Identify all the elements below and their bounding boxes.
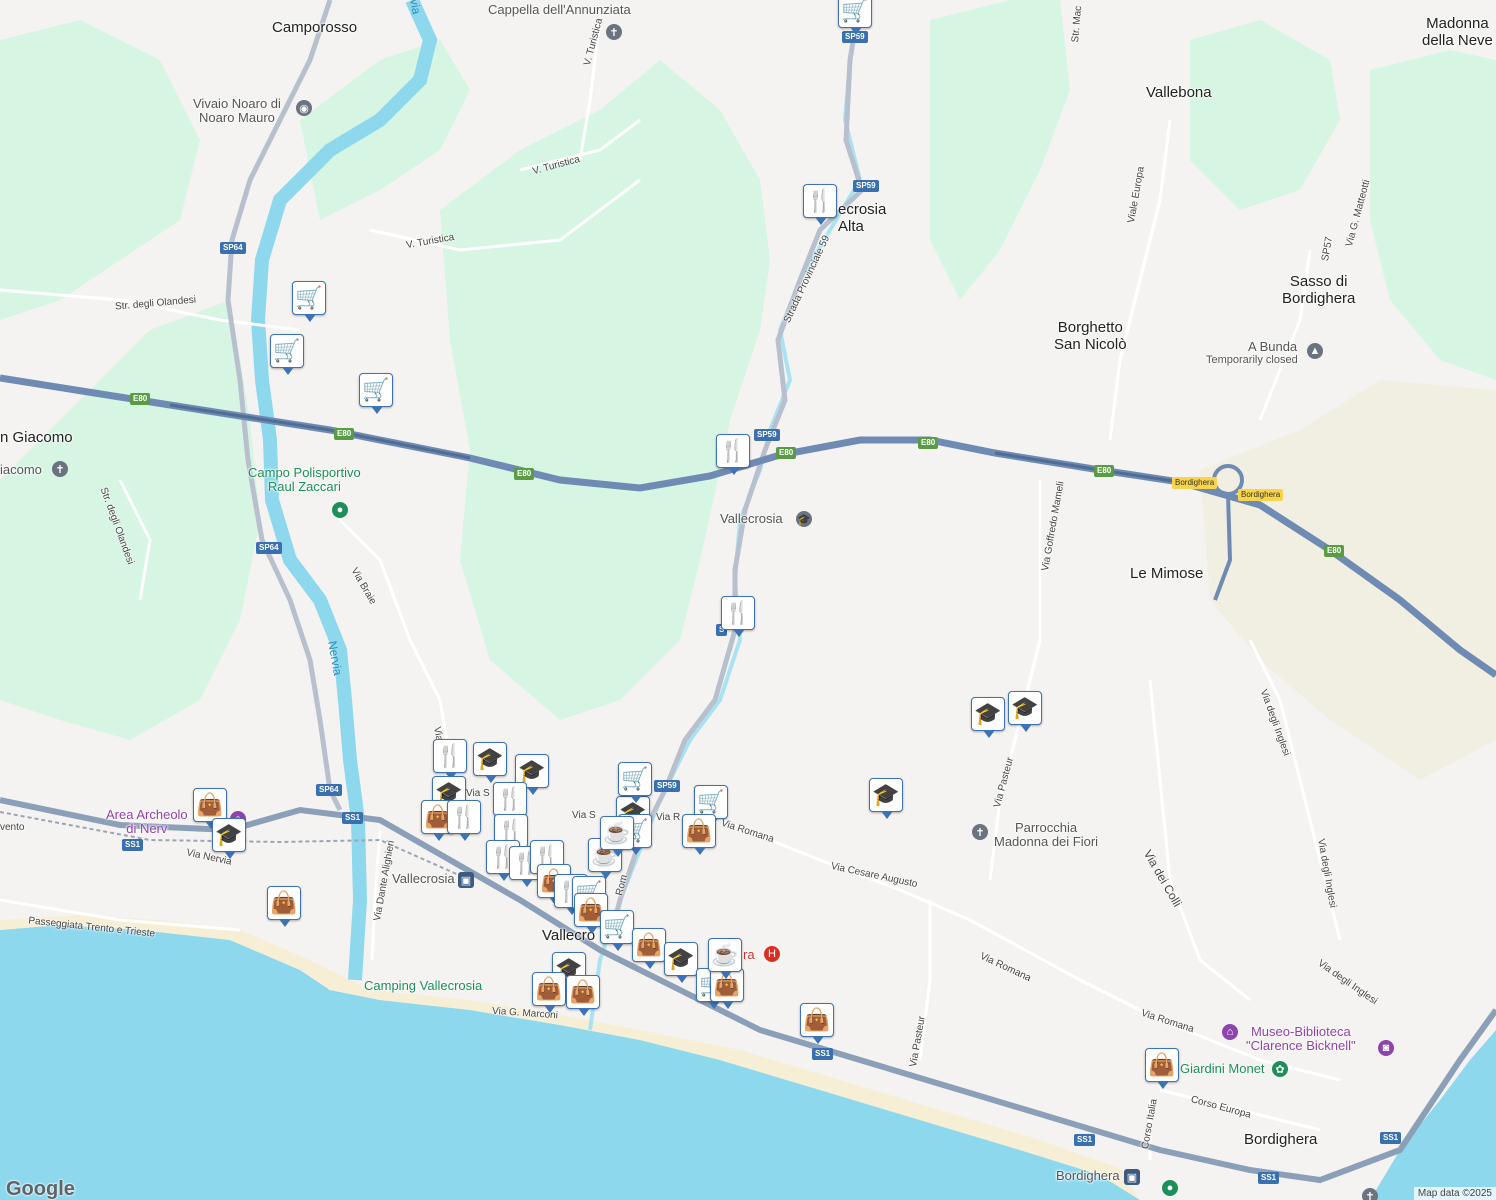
school-icon[interactable]: 🎓 [796, 511, 812, 527]
flower-icon[interactable]: ✿ [1272, 1061, 1288, 1077]
road-shield-ss1: SS1 [1074, 1134, 1096, 1146]
coffee-icon[interactable]: ☕ [600, 816, 634, 857]
poi-campo-label[interactable]: Campo Polisportivo Raul Zaccari [248, 465, 361, 495]
train-icon[interactable]: ▣ [458, 872, 474, 888]
hospital-icon[interactable]: H [764, 946, 780, 962]
poi-san-giacomo-church-label[interactable]: iacomo [0, 462, 42, 477]
cart-icon[interactable]: 🛒 [270, 334, 304, 375]
bag-icon[interactable]: 👜 [532, 972, 566, 1013]
road-shield-e80: E80 [776, 447, 797, 459]
road-shield-sp64: SP64 [316, 784, 342, 796]
school-icon[interactable]: 🎓 [473, 742, 507, 783]
cart-icon[interactable]: 🛒 [838, 0, 872, 35]
road-shield-sp59: SP59 [754, 429, 780, 441]
poi-a-bunda-label[interactable]: A Bunda [1248, 339, 1297, 354]
road-shield-sp64: SP64 [256, 542, 282, 554]
place-le-mimose: Le Mimose [1130, 565, 1204, 582]
place-madonna-della-neve: Madonna della Neve [1422, 15, 1493, 49]
restaurant-icon[interactable]: 🍴 [721, 596, 755, 637]
road-shield-e80: E80 [1324, 545, 1345, 557]
place-camporosso: Camporosso [272, 19, 358, 36]
poi-hospital-label[interactable]: ra [743, 947, 755, 962]
poi-camping-label[interactable]: Camping Vallecrosia [364, 978, 482, 993]
poi-area-archeologica-label[interactable]: Area Archeolo di Nerv [106, 807, 188, 837]
road-label-via-s-1: Via S [572, 810, 596, 821]
cart-icon[interactable]: 🛒 [359, 373, 393, 414]
google-logo: Google [6, 1178, 75, 1200]
cart-icon[interactable]: 🛒 [600, 910, 634, 951]
cart-icon[interactable]: 🛒 [292, 281, 326, 322]
bag-icon[interactable]: 👜 [1145, 1048, 1179, 1089]
train-icon[interactable]: ▣ [1124, 1169, 1140, 1185]
place-san-giacomo: n Giacomo [0, 429, 73, 446]
map-attribution[interactable]: Map data ©2025 [1413, 1187, 1496, 1200]
road-shield-e80: E80 [918, 437, 939, 449]
restaurant-icon[interactable]: 🍴 [493, 782, 527, 823]
poi-vallecrosia-station-label[interactable]: Vallecrosia [392, 871, 455, 886]
place-vallecrosia-alta: ecrosia Alta [838, 201, 887, 235]
poi-a-bunda-status: Temporarily closed [1206, 354, 1298, 366]
road-label-vento: vento [0, 822, 25, 833]
road-shield-e80: E80 [130, 393, 151, 405]
poi-vivaio-label[interactable]: Vivaio Noaro di Noaro Mauro [193, 96, 281, 126]
road-shield-e80: E80 [334, 428, 355, 440]
poi-bordighera-station-label[interactable]: Bordighera [1056, 1168, 1120, 1183]
exit-sign-bordighera: Bordighera [1172, 477, 1218, 489]
road-shield-ss1: SS1 [1380, 1132, 1402, 1144]
place-sasso-di-bordighera: Sasso di Bordighera [1282, 273, 1356, 307]
road-label-via-s-2: Via S [466, 788, 490, 799]
road-shield-ss1: SS1 [122, 839, 144, 851]
bag-icon[interactable]: 👜 [193, 788, 227, 829]
cross-icon[interactable]: ✝ [1362, 1188, 1378, 1200]
road-shield-e80: E80 [514, 468, 535, 480]
school-icon[interactable]: 🎓 [971, 697, 1005, 738]
poi-vallecrosia-school-label[interactable]: Vallecrosia [720, 511, 783, 526]
bag-icon[interactable]: 👜 [566, 975, 600, 1016]
shop-icon[interactable]: ◉ [296, 100, 312, 116]
cart-icon[interactable]: 🛒 [618, 762, 652, 803]
poi-parrocchia-label[interactable]: Parrocchia Madonna dei Fiori [994, 820, 1098, 850]
bag-icon[interactable]: 👜 [632, 928, 666, 969]
place-borghetto-san-nicolo: Borghetto San Nicolò [1054, 319, 1127, 353]
school-icon[interactable]: 🎓 [1008, 691, 1042, 732]
cross-icon[interactable]: ✝ [606, 24, 622, 40]
restaurant-icon[interactable]: 🍴 [803, 184, 837, 225]
cross-icon[interactable]: ✝ [52, 461, 68, 477]
place-bordighera: Bordighera [1244, 1131, 1318, 1148]
museum-icon[interactable]: ⌂ [1222, 1024, 1238, 1040]
road-shield-sp59: SP59 [853, 180, 879, 192]
road-shield-sp64: SP64 [220, 242, 246, 254]
restaurant-icon[interactable]: 🍴 [447, 800, 481, 841]
park-icon[interactable]: ● [1162, 1180, 1178, 1196]
exit-sign-bordighera: Bordighera [1238, 489, 1284, 501]
coffee-icon[interactable]: ☕ [708, 938, 742, 979]
school-icon[interactable]: 🎓 [664, 942, 698, 983]
school-icon[interactable]: 🎓 [212, 818, 246, 859]
road-shield-ss1: SS1 [1258, 1172, 1280, 1184]
cross-icon[interactable]: ✝ [972, 824, 988, 840]
school-icon[interactable]: 🎓 [869, 778, 903, 819]
place-vallebona: Vallebona [1146, 84, 1212, 101]
road-shield-sp59: SP59 [654, 780, 680, 792]
mountain-icon[interactable]: ▲ [1307, 343, 1323, 359]
bag-icon[interactable]: 👜 [267, 886, 301, 927]
road-shield-ss1: SS1 [342, 812, 364, 824]
restaurant-icon[interactable]: 🍴 [716, 434, 750, 475]
sport-icon[interactable]: ● [332, 502, 348, 518]
river-label-nervia-top: via [407, 0, 424, 16]
road-shield-ss1: SS1 [812, 1048, 834, 1060]
bag-icon[interactable]: 👜 [800, 1003, 834, 1044]
poi-cappella-label[interactable]: Cappella dell'Annunziata [488, 2, 631, 17]
restaurant-icon[interactable]: 🍴 [433, 739, 467, 780]
poi-giardini-label[interactable]: Giardini Monet [1180, 1061, 1265, 1076]
camera-icon[interactable]: ◙ [1378, 1040, 1394, 1056]
poi-museo-label[interactable]: Museo-Biblioteca "Clarence Bicknell" [1246, 1024, 1356, 1054]
map-canvas[interactable]: Camporosso Vallebona Madonna della Neve … [0, 0, 1496, 1200]
bag-icon[interactable]: 👜 [682, 814, 716, 855]
road-label-via-r: Via R [656, 812, 681, 823]
road-shield-e80: E80 [1094, 465, 1115, 477]
